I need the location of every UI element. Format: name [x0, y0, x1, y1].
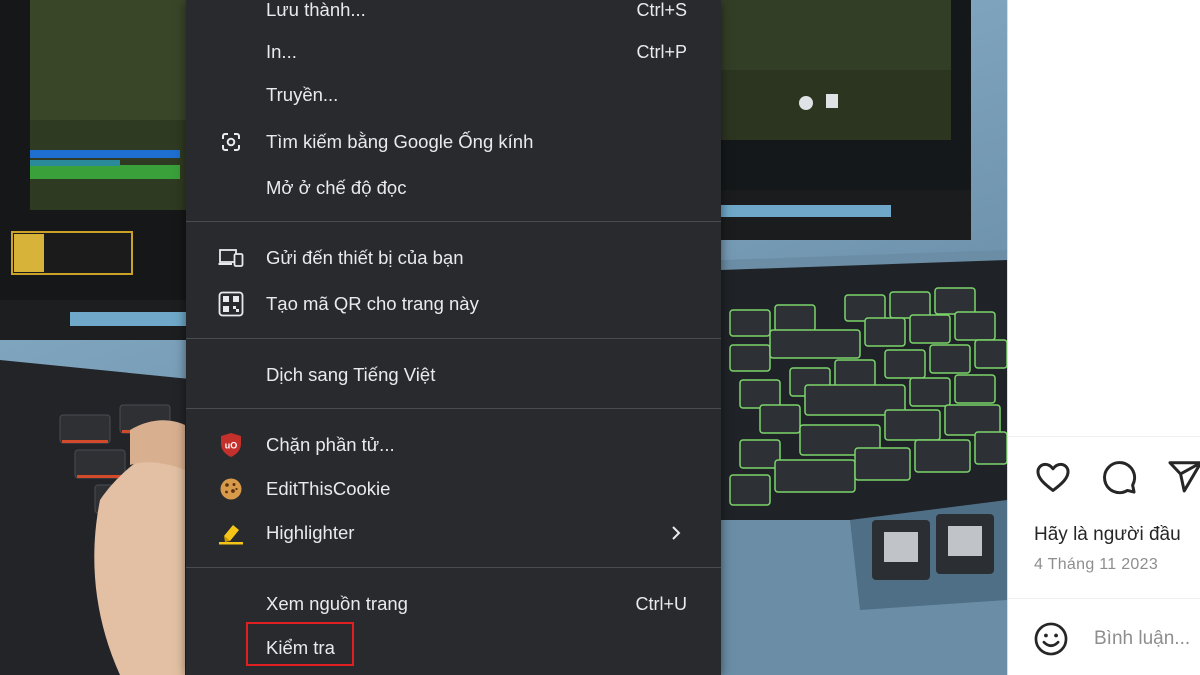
panel-divider — [1008, 436, 1200, 437]
menu-item-shortcut: Ctrl+S — [636, 0, 687, 20]
post-date: 4 Tháng 11 2023 — [1034, 556, 1159, 573]
menu-item-reading-mode[interactable]: Mở ở chế độ đọc — [186, 168, 721, 208]
panel-divider — [1008, 598, 1200, 599]
chevron-right-icon — [669, 523, 683, 543]
context-menu: Lưu thành... Ctrl+S In... Ctrl+P Truyền.… — [186, 0, 721, 675]
menu-item-shortcut: Ctrl+P — [636, 41, 687, 62]
menu-separator — [186, 338, 721, 339]
menu-separator — [186, 221, 721, 222]
menu-item-shortcut: Ctrl+U — [635, 593, 687, 614]
menu-separator — [186, 567, 721, 568]
menu-item-label: Dịch sang Tiếng Việt — [266, 364, 436, 385]
highlight-annotation-box — [246, 622, 354, 666]
menu-item-label: Truyền... — [266, 84, 339, 105]
instagram-post-panel: Hãy là người đầu 4 Tháng 11 2023 — [1007, 0, 1200, 675]
menu-item-label: Tạo mã QR cho trang này — [266, 293, 479, 314]
heart-icon[interactable] — [1034, 458, 1072, 496]
menu-separator — [186, 408, 721, 409]
likes-text[interactable]: Hãy là người đầu — [1034, 524, 1181, 546]
menu-item-send-to-devices[interactable]: Gửi đến thiết bị của bạn — [186, 238, 721, 278]
menu-item-editthiscookie[interactable]: EditThisCookie — [186, 469, 721, 509]
menu-item-label: EditThisCookie — [266, 478, 391, 499]
menu-item-label: In... — [266, 41, 297, 62]
menu-item-label: Tìm kiếm bằng Google Ống kính — [266, 131, 534, 152]
svg-text:uO: uO — [225, 441, 238, 451]
menu-item-label: Xem nguồn trang — [266, 593, 408, 614]
menu-item-google-lens[interactable]: Tìm kiếm bằng Google Ống kính — [186, 122, 721, 162]
menu-item-label: Highlighter — [266, 522, 355, 543]
menu-item-label: Chặn phần tử... — [266, 434, 395, 455]
screenshot: Hãy là người đầu 4 Tháng 11 2023 Lưu thà… — [0, 0, 1200, 675]
menu-item-save-as[interactable]: Lưu thành... Ctrl+S — [186, 0, 721, 30]
menu-item-label: Gửi đến thiết bị của bạn — [266, 247, 464, 268]
qr-code-icon — [218, 291, 244, 317]
menu-item-translate[interactable]: Dịch sang Tiếng Việt — [186, 355, 721, 395]
menu-item-label: Mở ở chế độ đọc — [266, 177, 407, 198]
comment-row — [1032, 620, 1200, 658]
cookie-icon — [218, 476, 244, 502]
menu-item-label: Lưu thành... — [266, 0, 366, 20]
post-action-bar — [1034, 458, 1200, 496]
menu-item-print[interactable]: In... Ctrl+P — [186, 32, 721, 72]
send-to-devices-icon — [218, 245, 244, 271]
menu-item-view-source[interactable]: Xem nguồn trang Ctrl+U — [186, 584, 721, 624]
highlighter-icon — [218, 520, 244, 546]
menu-item-qr-code[interactable]: Tạo mã QR cho trang này — [186, 284, 721, 324]
google-lens-icon — [218, 129, 244, 155]
ublock-origin-icon: uO — [218, 432, 244, 458]
comment-input[interactable] — [1094, 628, 1200, 650]
emoji-icon[interactable] — [1032, 620, 1070, 658]
menu-item-highlighter[interactable]: Highlighter — [186, 513, 721, 553]
comment-icon[interactable] — [1100, 458, 1138, 496]
share-icon[interactable] — [1166, 458, 1200, 496]
menu-item-cast[interactable]: Truyền... — [186, 75, 721, 115]
menu-item-block-element[interactable]: uO Chặn phần tử... — [186, 425, 721, 465]
